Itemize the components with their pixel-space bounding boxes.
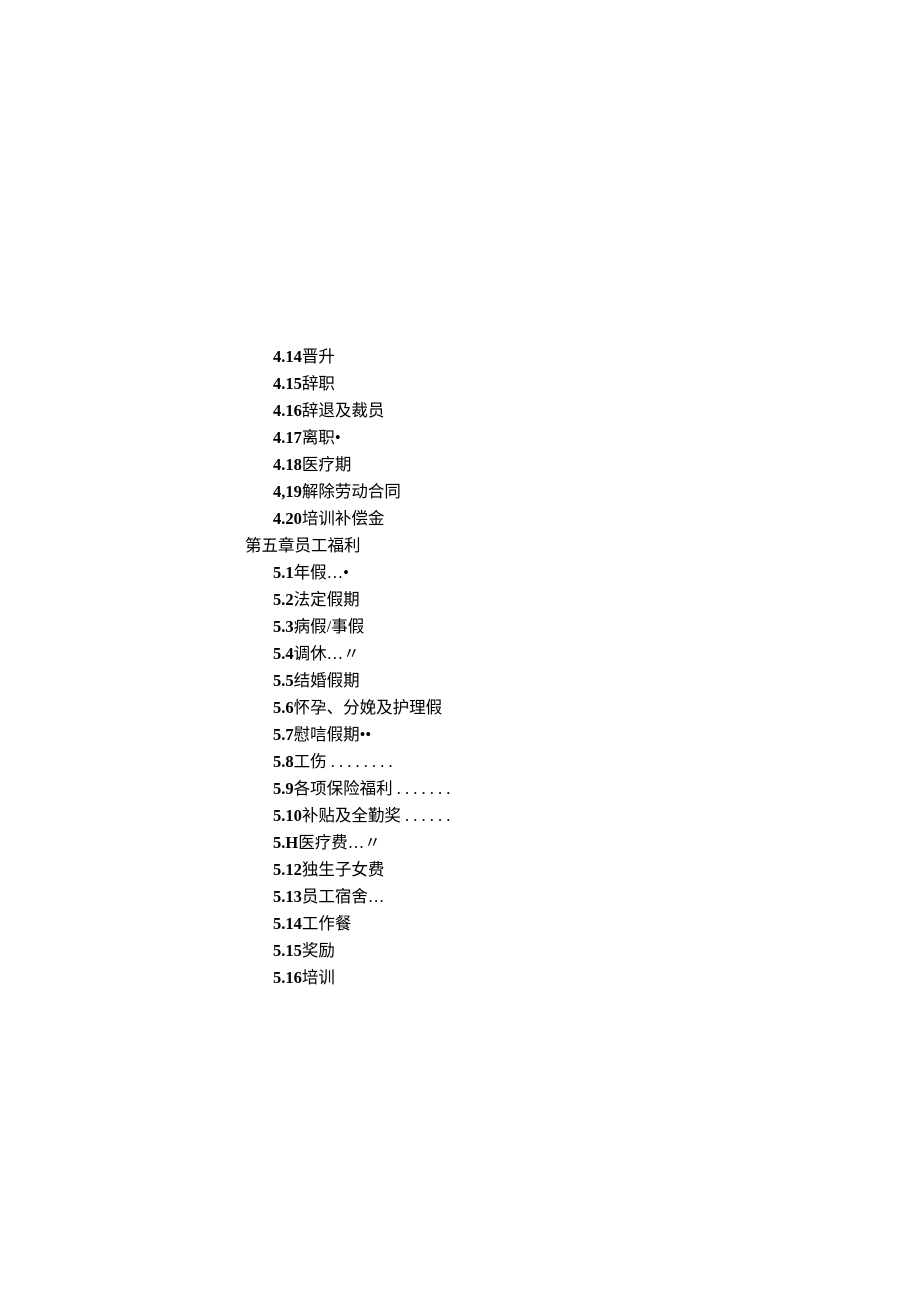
toc-text: 辞职: [302, 374, 335, 393]
toc-number: 5.3: [273, 617, 294, 636]
toc-text: 调休: [294, 644, 327, 663]
toc-entry: 5.2法定假期: [245, 586, 450, 613]
toc-number: 5.13: [273, 887, 302, 906]
toc-text: 补贴及全勤奖: [302, 806, 401, 825]
toc-number: 5.4: [273, 644, 294, 663]
toc-text: 培训: [302, 968, 335, 987]
toc-number: 5.10: [273, 806, 302, 825]
toc-number: 5.9: [273, 779, 294, 798]
toc-entry: 4.16辞退及裁员: [245, 397, 450, 424]
toc-text: 员工宿舍: [302, 887, 368, 906]
toc-entry: 5.14工作餐: [245, 910, 450, 937]
toc-text: 辞退及裁员: [302, 401, 385, 420]
toc-entry: 5.1年假…•: [245, 559, 450, 586]
toc-trail: ••: [360, 725, 372, 744]
toc-entry: 4.20培训补偿金: [245, 505, 450, 532]
toc-number: 5.H: [273, 833, 298, 852]
toc-number: 5.7: [273, 725, 294, 744]
toc-number: 5.8: [273, 752, 294, 771]
toc-text: 培训补偿金: [302, 509, 385, 528]
toc-text: 医疗期: [302, 455, 352, 474]
toc-text: 解除劳动合同: [302, 482, 401, 501]
toc-trail: …•: [327, 563, 349, 582]
toc-entry: 5.13员工宿舍…: [245, 883, 450, 910]
toc-number: 5.1: [273, 563, 294, 582]
toc-text: 工作餐: [302, 914, 352, 933]
toc-text: 工伤: [294, 752, 327, 771]
toc-text: 医疗费: [298, 833, 348, 852]
toc-text: 各项保险福利: [294, 779, 393, 798]
toc-text: 结婚假期: [294, 671, 360, 690]
toc-trail: …〃: [327, 644, 360, 663]
toc-number: 4.15: [273, 374, 302, 393]
toc-text: 奖励: [302, 941, 335, 960]
toc-number: 5.2: [273, 590, 294, 609]
toc-number: 5.6: [273, 698, 294, 717]
toc-number: 4.20: [273, 509, 302, 528]
toc-entry: 5.3病假/事假: [245, 613, 450, 640]
toc-number: 5.16: [273, 968, 302, 987]
toc-text: 病假/事假: [294, 617, 365, 636]
toc-number: 4,19: [273, 482, 302, 501]
toc-entry: 5.H医疗费…〃: [245, 829, 450, 856]
toc-number: 5.15: [273, 941, 302, 960]
toc-trail: …〃: [348, 833, 381, 852]
toc-chapter-heading: 第五章员工福利: [245, 532, 450, 559]
toc-text: 年假: [294, 563, 327, 582]
toc-text: 怀孕、分娩及护理假: [294, 698, 443, 717]
toc-entry: 5.8工伤 . . . . . . . .: [245, 748, 450, 775]
toc-number: 4.17: [273, 428, 302, 447]
toc-entry: 5.4调休…〃: [245, 640, 450, 667]
toc-content: 4.14晋升4.15辞职4.16辞退及裁员4.17离职•4.18医疗期4,19解…: [245, 343, 450, 991]
toc-text: 离职: [302, 428, 335, 447]
toc-entry: 5.6怀孕、分娩及护理假: [245, 694, 450, 721]
toc-entry: 5.15奖励: [245, 937, 450, 964]
toc-entry: 5.5结婚假期: [245, 667, 450, 694]
toc-entry: 5.12独生子女费: [245, 856, 450, 883]
toc-text: 晋升: [302, 347, 335, 366]
toc-trail: . . . . . .: [401, 806, 451, 825]
toc-number: 5.5: [273, 671, 294, 690]
toc-number: 5.12: [273, 860, 302, 879]
toc-trail: . . . . . . .: [393, 779, 451, 798]
toc-number: 4.14: [273, 347, 302, 366]
toc-entry: 4.17离职•: [245, 424, 450, 451]
toc-number: 4.16: [273, 401, 302, 420]
toc-trail: •: [335, 428, 341, 447]
toc-entry: 4.18医疗期: [245, 451, 450, 478]
toc-heading-text: 第五章员工福利: [245, 536, 361, 555]
toc-text: 法定假期: [294, 590, 360, 609]
toc-text: 独生子女费: [302, 860, 385, 879]
toc-entry: 5.7慰唁假期••: [245, 721, 450, 748]
toc-entry: 4,19解除劳动合同: [245, 478, 450, 505]
toc-trail: . . . . . . . .: [327, 752, 393, 771]
toc-entry: 4.14晋升: [245, 343, 450, 370]
toc-text: 慰唁假期: [294, 725, 360, 744]
toc-entry: 5.16培训: [245, 964, 450, 991]
toc-entry: 5.10补贴及全勤奖 . . . . . .: [245, 802, 450, 829]
toc-entry: 4.15辞职: [245, 370, 450, 397]
toc-number: 5.14: [273, 914, 302, 933]
toc-trail: …: [368, 887, 385, 906]
toc-number: 4.18: [273, 455, 302, 474]
toc-entry: 5.9各项保险福利 . . . . . . .: [245, 775, 450, 802]
